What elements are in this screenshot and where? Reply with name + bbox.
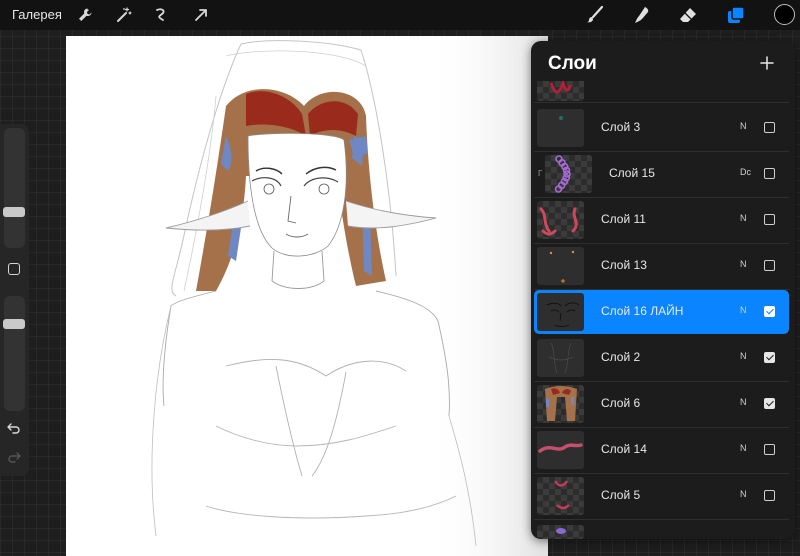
visibility-checkbox[interactable] — [764, 306, 775, 317]
visibility-checkbox[interactable] — [764, 398, 775, 409]
layer-row-partial-bottom[interactable] — [534, 523, 789, 539]
layer-thumbnail — [537, 81, 584, 101]
transform-arrow-icon[interactable] — [190, 4, 212, 26]
clipping-mask-icon: Γ — [538, 169, 543, 178]
wrench-icon[interactable] — [74, 4, 96, 26]
layer-row[interactable]: Слой 5 N — [534, 474, 789, 520]
artwork — [66, 36, 548, 556]
layer-thumbnail — [537, 525, 584, 539]
undo-icon[interactable] — [6, 421, 22, 437]
layer-name[interactable]: Слой 2 — [601, 350, 640, 364]
layer-thumbnail[interactable] — [537, 201, 584, 239]
layer-row[interactable]: Слой 14 N — [534, 428, 789, 474]
blend-mode-button[interactable]: N — [740, 351, 747, 361]
layer-name[interactable]: Слой 13 — [601, 258, 647, 272]
opacity-thumb[interactable] — [3, 319, 25, 330]
layer-thumbnail[interactable] — [537, 339, 584, 377]
visibility-checkbox[interactable] — [764, 444, 775, 455]
layer-thumbnail[interactable] — [537, 477, 584, 515]
color-picker-button[interactable] — [774, 4, 795, 25]
visibility-checkbox[interactable] — [764, 352, 775, 363]
plus-icon[interactable] — [757, 53, 777, 73]
layer-thumbnail[interactable] — [537, 293, 584, 331]
top-toolbar: Галерея — [0, 0, 800, 30]
layer-row[interactable]: Слой 3 N — [534, 106, 789, 152]
visibility-checkbox[interactable] — [764, 260, 775, 271]
smudge-icon[interactable] — [631, 4, 653, 26]
layer-name[interactable]: Слой 5 — [601, 488, 640, 502]
blend-mode-button[interactable]: N — [740, 397, 747, 407]
layer-name[interactable]: Слой 15 — [609, 166, 655, 180]
redo-icon[interactable] — [6, 450, 22, 466]
layer-name[interactable]: Слой 14 — [601, 442, 647, 456]
layers-title: Слои — [548, 53, 597, 74]
opacity-slider[interactable] — [3, 296, 25, 411]
drawing-canvas[interactable] — [66, 36, 548, 556]
visibility-checkbox[interactable] — [764, 490, 775, 501]
layer-row[interactable]: Слой 11 N — [534, 198, 789, 244]
layers-icon[interactable] — [725, 4, 747, 26]
layers-panel: Слои Слой 3 N Γ Слой 15 Dc Слой 11 N Слой 13 N Сл… — [531, 41, 795, 539]
eraser-icon[interactable] — [677, 4, 699, 26]
blend-mode-button[interactable]: N — [740, 259, 747, 269]
layer-name[interactable]: Слой 16 ЛАЙН — [601, 304, 683, 318]
layer-row[interactable]: Слой 6 N — [534, 382, 789, 428]
brush-icon[interactable] — [584, 4, 606, 26]
layer-thumbnail[interactable] — [545, 155, 592, 193]
blend-mode-button[interactable]: N — [740, 443, 747, 453]
layer-row[interactable]: Слой 16 ЛАЙН N — [534, 290, 789, 334]
layer-name[interactable]: Слой 11 — [601, 212, 646, 226]
layer-row[interactable]: Слой 13 N — [534, 244, 789, 290]
visibility-checkbox[interactable] — [764, 168, 775, 179]
layer-row-partial-top[interactable] — [534, 81, 789, 103]
layer-thumbnail[interactable] — [537, 385, 584, 423]
layer-row[interactable]: Слой 2 N — [534, 336, 789, 382]
blend-mode-button[interactable]: N — [740, 213, 747, 223]
visibility-checkbox[interactable] — [764, 214, 775, 225]
layer-name[interactable]: Слой 6 — [601, 396, 640, 410]
visibility-checkbox[interactable] — [764, 122, 775, 133]
blend-mode-button[interactable]: Dc — [740, 167, 751, 177]
blend-mode-button[interactable]: N — [740, 489, 747, 499]
modify-square-icon[interactable] — [8, 263, 20, 275]
magic-wand-icon[interactable] — [113, 4, 135, 26]
layer-thumbnail[interactable] — [537, 431, 584, 469]
layer-thumbnail[interactable] — [537, 109, 584, 147]
brush-size-thumb[interactable] — [3, 207, 25, 218]
brush-size-slider[interactable] — [3, 128, 25, 248]
blend-mode-button[interactable]: N — [740, 305, 747, 315]
selection-icon[interactable] — [150, 4, 172, 26]
blend-mode-button[interactable]: N — [740, 121, 747, 131]
left-sidebar — [0, 124, 29, 476]
gallery-button[interactable]: Галерея — [12, 7, 62, 22]
layer-row[interactable]: Γ Слой 15 Dc — [534, 152, 789, 198]
layer-name[interactable]: Слой 3 — [601, 120, 640, 134]
layer-thumbnail[interactable] — [537, 247, 584, 285]
